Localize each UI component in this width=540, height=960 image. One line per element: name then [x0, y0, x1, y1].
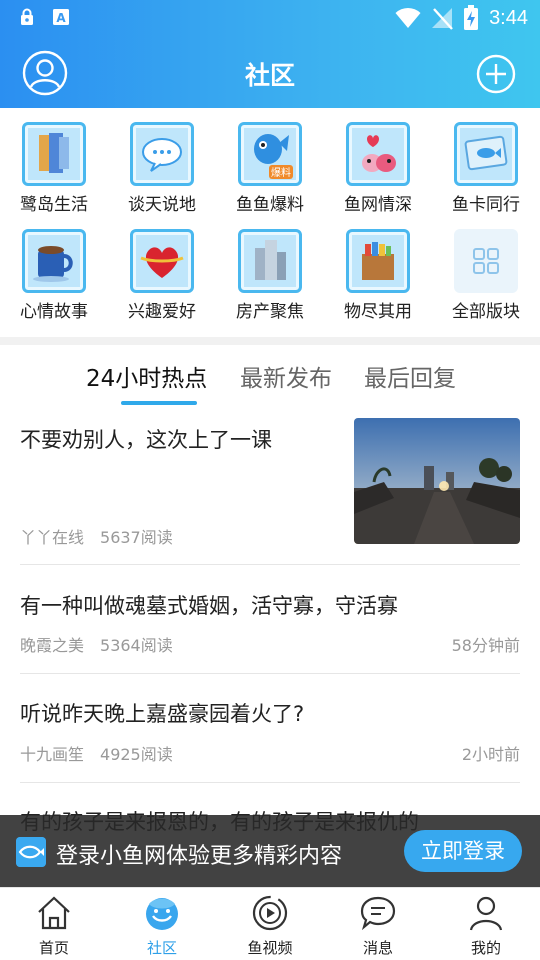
- feed-tabs: 24小时热点 最新发布 最后回复: [0, 345, 540, 407]
- wifi-icon: [395, 7, 421, 28]
- post-title: 有一种叫做魂墓式婚姻，活守寡，守活寡: [20, 594, 398, 618]
- login-banner-text: 登录小鱼网体验更多精彩内容: [56, 844, 343, 869]
- no-signal-icon: [432, 8, 453, 30]
- tab-last-reply[interactable]: 最后回复: [364, 359, 456, 393]
- bottom-nav-label: 我的: [470, 939, 501, 957]
- post-divider: [20, 673, 520, 674]
- coffee-cup-icon: [22, 229, 86, 293]
- person-icon: [469, 896, 503, 931]
- bottom-nav-video[interactable]: 鱼视频: [216, 894, 324, 958]
- forum-grid: 鹭岛生活 谈天说地 爆料 鱼鱼爆料 鱼网情深 鱼卡同行 心情故事 兴趣爱好 房产…: [0, 112, 540, 337]
- message-bubble-icon: [360, 896, 396, 931]
- forum-label: 谈天说地: [128, 195, 196, 215]
- post-author: 十九画笙: [20, 745, 85, 764]
- forum-item-xinqing[interactable]: 心情故事: [0, 229, 108, 322]
- bottom-nav-profile[interactable]: 我的: [432, 894, 540, 958]
- bottom-nav-community[interactable]: 社区: [108, 894, 216, 958]
- active-tab-indicator: [121, 401, 197, 405]
- login-banner: 登录小鱼网体验更多精彩内容 立即登录: [0, 815, 540, 887]
- post-author: 晚霞之美: [20, 636, 85, 655]
- post-item[interactable]: 有一种叫做魂墓式婚姻，活守寡，守活寡 晚霞之美 5364阅读 58分钟前: [20, 590, 520, 655]
- forum-item-ludao[interactable]: 鹭岛生活: [0, 122, 108, 215]
- chat-bubble-icon: [130, 122, 194, 186]
- section-separator: [0, 337, 540, 345]
- post-meta: 十九画笙 4925阅读: [20, 741, 173, 765]
- forum-badge: 爆料: [271, 166, 291, 179]
- lock-notification-icon: [21, 8, 33, 25]
- bottom-nav-label: 首页: [38, 939, 69, 957]
- post-divider: [20, 564, 520, 565]
- forum-label: 鱼网情深: [344, 195, 412, 215]
- forum-label: 全部版块: [452, 302, 520, 322]
- forum-label: 心情故事: [20, 302, 88, 322]
- post-time: 58分钟前: [451, 636, 520, 655]
- svg-text:A: A: [56, 11, 66, 25]
- status-time: 3:44: [489, 6, 528, 29]
- app-a-notification-icon: A: [53, 9, 69, 25]
- status-bar: A 3:44: [0, 0, 540, 36]
- forum-label: 鱼鱼爆料: [236, 195, 304, 215]
- home-icon: [38, 896, 70, 930]
- page-title: 社区: [244, 61, 295, 90]
- bottom-nav-label: 消息: [362, 939, 393, 957]
- post-reads: 4925阅读: [100, 745, 173, 764]
- forum-label: 鱼卡同行: [452, 195, 520, 215]
- video-play-icon: [252, 895, 288, 931]
- forum-label: 房产聚焦: [236, 302, 304, 322]
- post-meta: 晚霞之美 5364阅读: [20, 632, 173, 656]
- post-divider: [20, 782, 520, 783]
- post-reads: 5364阅读: [100, 636, 173, 655]
- forum-label: 物尽其用: [344, 302, 412, 322]
- forum-item-baoliao[interactable]: 爆料 鱼鱼爆料: [216, 122, 324, 215]
- fish-mascot-icon: 爆料: [238, 122, 302, 186]
- forum-label: 兴趣爱好: [128, 302, 196, 322]
- battery-charging-icon: [464, 5, 479, 30]
- login-button[interactable]: 立即登录: [404, 830, 522, 872]
- add-post-icon[interactable]: [476, 54, 516, 94]
- forum-item-tantian[interactable]: 谈天说地: [108, 122, 216, 215]
- doors-icon: [22, 122, 86, 186]
- bottom-nav-label: 鱼视频: [247, 939, 293, 957]
- buildings-icon: [238, 229, 302, 293]
- forum-label: 鹭岛生活: [20, 195, 88, 215]
- bottom-nav-label: 社区: [146, 939, 177, 957]
- tab-24h-hot[interactable]: 24小时热点: [86, 359, 207, 393]
- bottom-navigation: 首页 社区 鱼视频 消息 我的: [0, 887, 540, 960]
- post-time: 2小时前: [461, 745, 520, 764]
- post-meta: 丫丫在线 5637阅读: [20, 524, 173, 548]
- fish-heart-icon: [346, 122, 410, 186]
- forum-item-yuka[interactable]: 鱼卡同行: [432, 122, 540, 215]
- post-author: 丫丫在线: [20, 528, 85, 547]
- forum-item-fangchan[interactable]: 房产聚焦: [216, 229, 324, 322]
- post-thumbnail[interactable]: [354, 418, 520, 544]
- top-header: A 3:44 社区: [0, 0, 540, 108]
- forum-item-wujin[interactable]: 物尽其用: [324, 229, 432, 322]
- post-reads: 5637阅读: [100, 528, 173, 547]
- box-icon: [346, 229, 410, 293]
- forum-item-yuwang[interactable]: 鱼网情深: [324, 122, 432, 215]
- heart-ribbon-icon: [130, 229, 194, 293]
- tab-latest[interactable]: 最新发布: [240, 359, 332, 393]
- bottom-nav-messages[interactable]: 消息: [324, 894, 432, 958]
- forum-item-xingqu[interactable]: 兴趣爱好: [108, 229, 216, 322]
- post-item[interactable]: 听说昨天晚上嘉盛豪园着火了? 十九画笙 4925阅读 2小时前: [20, 698, 520, 764]
- fish-card-icon: [454, 122, 518, 186]
- xiaoyu-logo-icon: [16, 837, 46, 867]
- community-fish-icon: [146, 898, 178, 930]
- navigation-bar: 社区: [0, 36, 540, 108]
- grid-icon: [454, 229, 518, 293]
- forum-item-all[interactable]: 全部版块: [432, 229, 540, 322]
- bottom-nav-home[interactable]: 首页: [0, 894, 108, 958]
- post-title: 听说昨天晚上嘉盛豪园着火了?: [20, 702, 305, 726]
